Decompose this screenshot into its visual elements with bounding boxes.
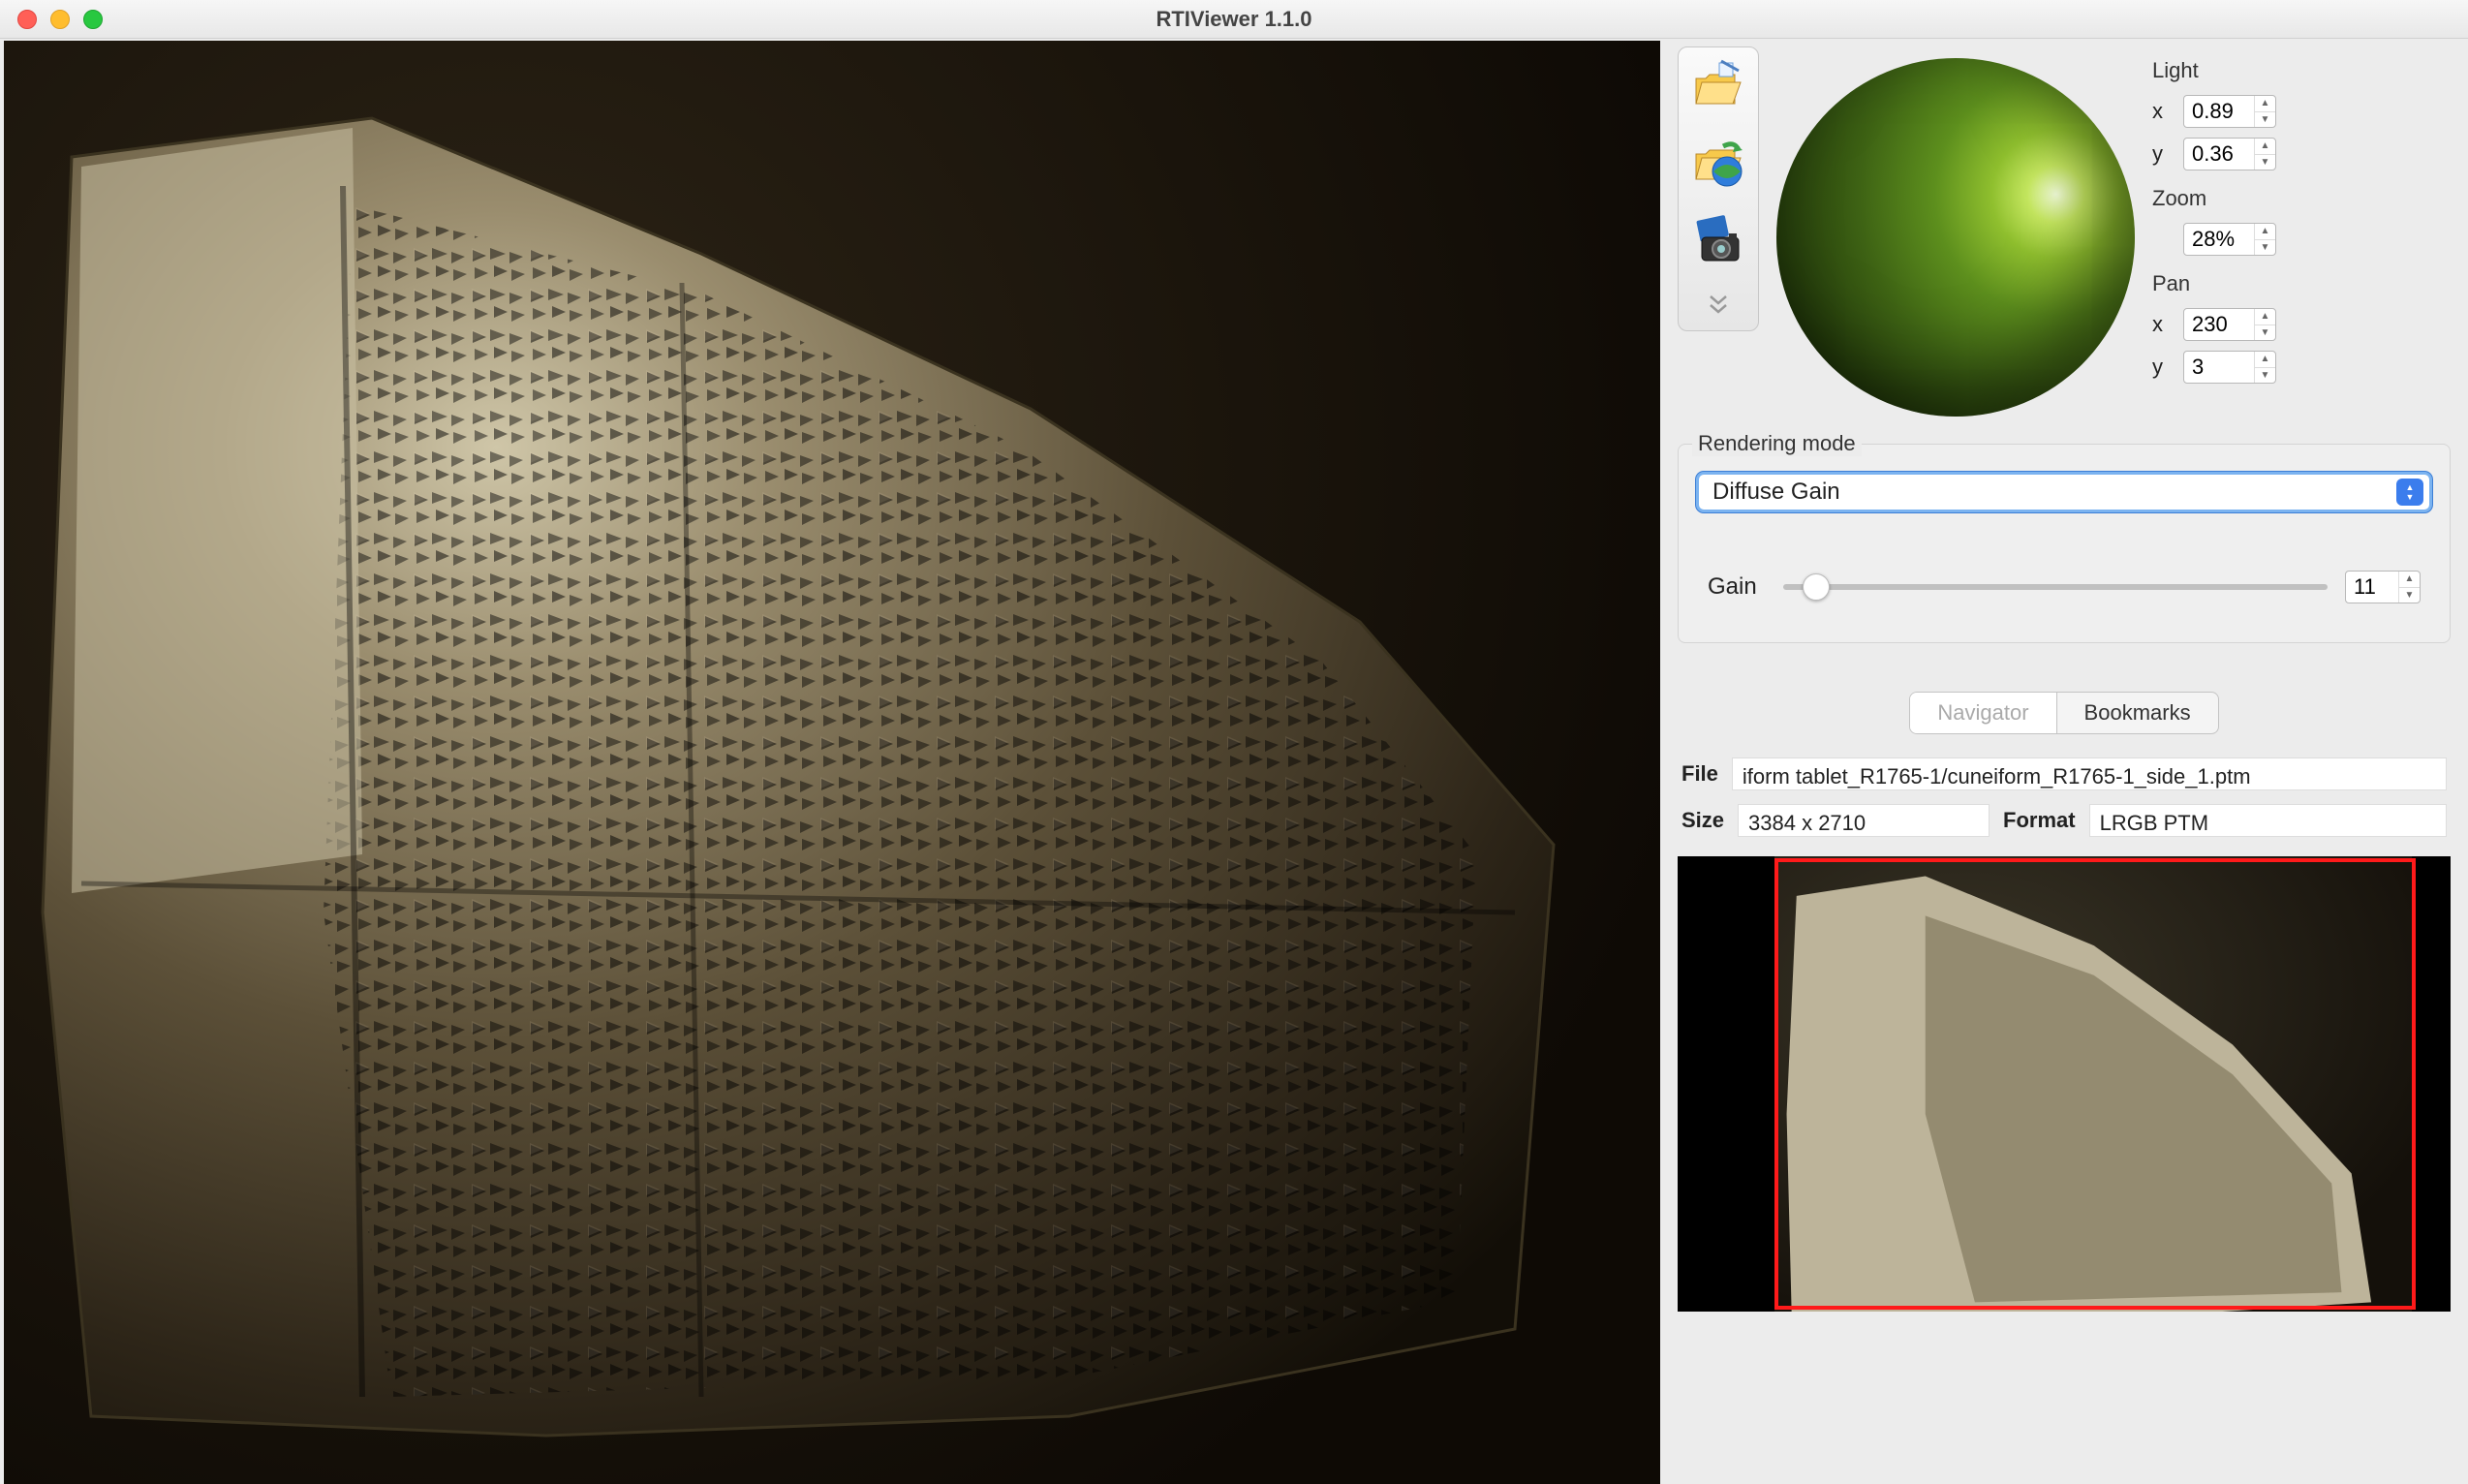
step-down-icon[interactable]: ▼ (2255, 368, 2275, 384)
spinner-arrows: ▲ ▼ (2254, 96, 2275, 127)
snapshot-button[interactable] (1690, 212, 1746, 268)
spinner-arrows: ▲ ▼ (2254, 224, 2275, 255)
window-title: RTIViewer 1.1.0 (0, 7, 2468, 32)
top-controls-row: Light x ▲ ▼ y (1678, 46, 2451, 417)
minimize-button[interactable] (50, 10, 70, 29)
rendering-mode-select[interactable]: Diffuse Gain (1696, 472, 2432, 512)
navigator-tablet-icon (1678, 856, 2451, 1312)
spinner-arrows: ▲ ▼ (2398, 572, 2420, 603)
spinner-arrows: ▲ ▼ (2254, 139, 2275, 170)
rendering-mode-legend: Rendering mode (1692, 431, 1862, 456)
parameters-column: Light x ▲ ▼ y (2152, 46, 2451, 384)
open-file-icon (1692, 59, 1744, 111)
format-field: LRGB PTM (2089, 804, 2447, 837)
light-y-label: y (2152, 141, 2174, 167)
step-down-icon[interactable]: ▼ (2255, 155, 2275, 170)
gain-slider-thumb[interactable] (1803, 573, 1830, 601)
light-x-row: x ▲ ▼ (2152, 95, 2451, 128)
format-label: Format (2003, 808, 2076, 833)
light-x-spinner[interactable]: ▲ ▼ (2183, 95, 2276, 128)
step-up-icon[interactable]: ▲ (2255, 139, 2275, 155)
rti-viewport[interactable] (4, 41, 1660, 1484)
step-down-icon[interactable]: ▼ (2255, 325, 2275, 341)
gain-label: Gain (1708, 573, 1766, 601)
open-file-button[interactable] (1690, 57, 1746, 113)
rendering-mode-group: Rendering mode Diffuse Gain Gain ▲ ▼ (1678, 444, 2451, 643)
zoom-input[interactable] (2184, 227, 2254, 252)
light-group-label: Light (2152, 58, 2451, 83)
light-y-row: y ▲ ▼ (2152, 138, 2451, 170)
dropdown-arrows-icon (2396, 479, 2423, 506)
step-up-icon[interactable]: ▲ (2255, 96, 2275, 112)
tab-navigator[interactable]: Navigator (1910, 693, 2055, 733)
spinner-arrows: ▲ ▼ (2254, 352, 2275, 383)
tab-bookmarks[interactable]: Bookmarks (2056, 693, 2218, 733)
side-panel: Light x ▲ ▼ y (1660, 39, 2468, 1484)
pan-y-spinner[interactable]: ▲ ▼ (2183, 351, 2276, 384)
light-y-input[interactable] (2184, 141, 2254, 167)
pan-x-spinner[interactable]: ▲ ▼ (2183, 308, 2276, 341)
open-remote-button[interactable] (1690, 135, 1746, 191)
light-x-label: x (2152, 99, 2174, 124)
content-area: Light x ▲ ▼ y (0, 39, 2468, 1484)
zoom-button[interactable] (83, 10, 103, 29)
file-info: File iform tablet_R1765-1/cuneiform_R176… (1678, 757, 2451, 837)
light-direction-sphere[interactable] (1776, 58, 2135, 417)
pan-x-row: x ▲ ▼ (2152, 308, 2451, 341)
toolbar-expand-button[interactable] (1707, 294, 1730, 317)
close-button[interactable] (17, 10, 37, 29)
zoom-group-label: Zoom (2152, 186, 2451, 211)
tablet-render (4, 41, 1660, 1484)
size-label: Size (1681, 808, 1724, 833)
gain-input[interactable] (2346, 574, 2398, 600)
gain-row: Gain ▲ ▼ (1696, 571, 2432, 603)
toolbar (1678, 46, 1759, 331)
step-up-icon[interactable]: ▲ (2255, 309, 2275, 325)
window-controls (0, 10, 103, 29)
pan-y-row: y ▲ ▼ (2152, 351, 2451, 384)
spinner-arrows: ▲ ▼ (2254, 309, 2275, 340)
pan-group-label: Pan (2152, 271, 2451, 296)
gain-slider[interactable] (1783, 584, 2328, 590)
titlebar: RTIViewer 1.1.0 (0, 0, 2468, 39)
app-window: RTIViewer 1.1.0 (0, 0, 2468, 1484)
step-up-icon[interactable]: ▲ (2255, 224, 2275, 240)
size-format-row: Size 3384 x 2710 Format LRGB PTM (1681, 804, 2447, 837)
tab-segmented-control: Navigator Bookmarks (1909, 692, 2218, 734)
step-down-icon[interactable]: ▼ (2255, 112, 2275, 128)
light-x-input[interactable] (2184, 99, 2254, 124)
navigator-thumbnail[interactable] (1678, 856, 2451, 1312)
rendering-mode-value: Diffuse Gain (1712, 479, 2396, 506)
light-sphere-container (1776, 46, 2135, 417)
open-remote-icon (1692, 137, 1744, 189)
gain-spinner[interactable]: ▲ ▼ (2345, 571, 2421, 603)
pan-y-input[interactable] (2184, 355, 2254, 380)
light-y-spinner[interactable]: ▲ ▼ (2183, 138, 2276, 170)
tabs-row: Navigator Bookmarks (1678, 692, 2451, 734)
size-field: 3384 x 2710 (1738, 804, 1990, 837)
zoom-row: ▲ ▼ (2152, 223, 2451, 256)
pan-x-input[interactable] (2184, 312, 2254, 337)
chevron-double-down-icon (1709, 294, 1728, 316)
pan-y-label: y (2152, 355, 2174, 380)
step-up-icon[interactable]: ▲ (2255, 352, 2275, 368)
file-field: iform tablet_R1765-1/cuneiform_R1765-1_s… (1732, 757, 2447, 790)
step-up-icon[interactable]: ▲ (2399, 572, 2420, 588)
zoom-spinner[interactable]: ▲ ▼ (2183, 223, 2276, 256)
file-row: File iform tablet_R1765-1/cuneiform_R176… (1681, 757, 2447, 790)
file-label: File (1681, 761, 1718, 787)
pan-x-label: x (2152, 312, 2174, 337)
step-down-icon[interactable]: ▼ (2255, 240, 2275, 256)
step-down-icon[interactable]: ▼ (2399, 588, 2420, 603)
snapshot-icon (1692, 214, 1744, 266)
